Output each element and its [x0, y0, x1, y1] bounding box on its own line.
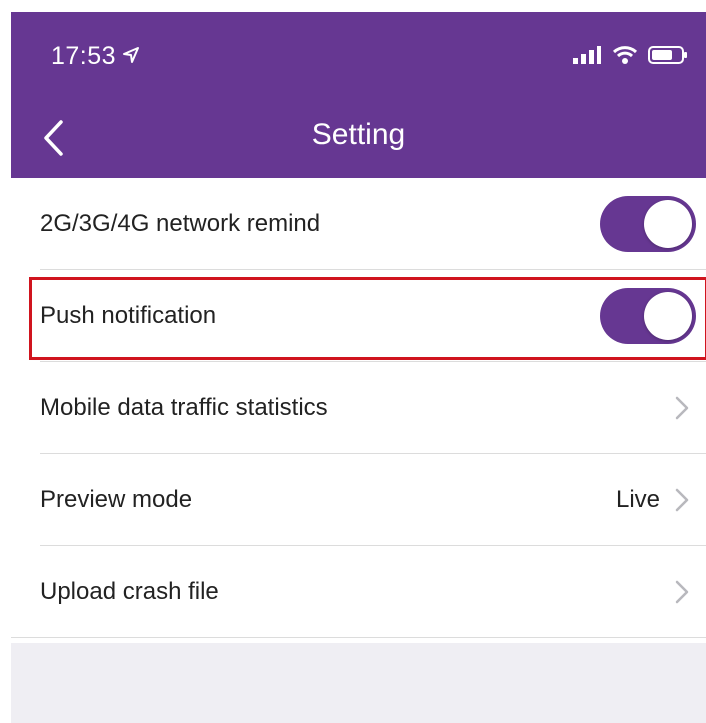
- setting-mobile-data-traffic[interactable]: Mobile data traffic statistics: [11, 362, 706, 454]
- settings-list: 2G/3G/4G network remind Push notificatio…: [11, 178, 706, 638]
- battery-icon: [648, 45, 688, 70]
- status-icons: [572, 45, 688, 70]
- location-arrow-icon: [122, 42, 140, 71]
- signal-bars-icon: [572, 45, 602, 70]
- chevron-right-icon: [675, 488, 689, 512]
- wifi-icon: [612, 45, 638, 70]
- row-divider: [11, 637, 706, 638]
- chevron-right-icon: [675, 580, 689, 604]
- setting-push-notification: Push notification: [11, 270, 706, 362]
- setting-label: Preview mode: [40, 486, 193, 513]
- status-time-text: 17:53: [51, 42, 117, 70]
- push-notification-toggle[interactable]: [600, 288, 696, 344]
- setting-label: Mobile data traffic statistics: [40, 394, 328, 421]
- toggle-knob: [644, 200, 692, 248]
- app-screen: 17:53 Setting 2G/3G/4G network remind Pu…: [0, 0, 706, 723]
- setting-label: 2G/3G/4G network remind: [40, 210, 321, 237]
- toggle-knob: [644, 292, 692, 340]
- setting-preview-mode[interactable]: Preview mode Live: [11, 454, 706, 546]
- setting-label: Push notification: [40, 302, 217, 329]
- preview-mode-value: Live: [615, 486, 660, 513]
- setting-label: Upload crash file: [40, 578, 219, 605]
- setting-upload-crash-file[interactable]: Upload crash file: [11, 546, 706, 638]
- setting-network-remind: 2G/3G/4G network remind: [11, 178, 706, 270]
- status-time: 17:53: [51, 42, 140, 71]
- network-remind-toggle[interactable]: [600, 196, 696, 252]
- page-title: Setting: [311, 118, 406, 151]
- chevron-right-icon: [675, 396, 689, 420]
- navigation-header: 17:53 Setting: [11, 12, 706, 178]
- bottom-background: [11, 643, 706, 723]
